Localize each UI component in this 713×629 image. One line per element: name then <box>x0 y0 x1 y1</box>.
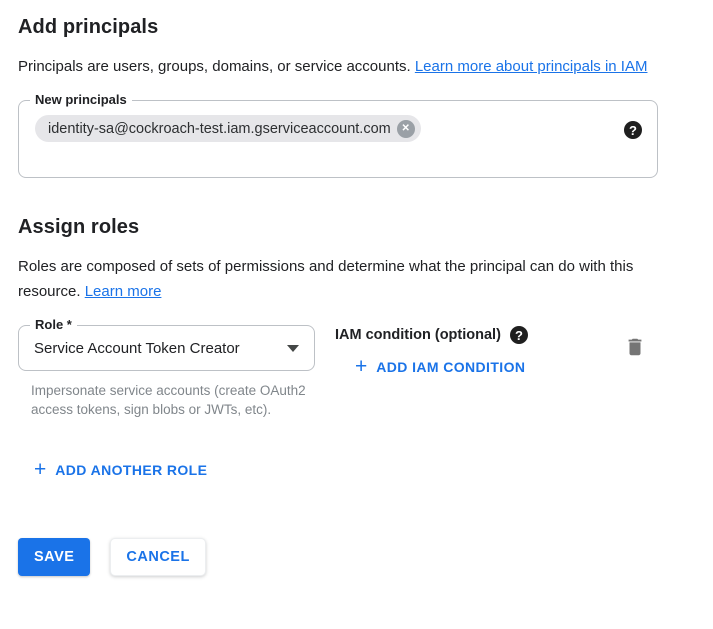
role-label: Role * <box>30 317 77 333</box>
help-icon[interactable]: ? <box>624 121 642 139</box>
principal-chip: identity-sa@cockroach-test.iam.gservicea… <box>35 115 421 142</box>
plus-icon: + <box>34 461 46 479</box>
principals-description: Principals are users, groups, domains, o… <box>18 54 682 79</box>
add-another-role-label: ADD ANOTHER ROLE <box>55 462 207 478</box>
role-helper-text: Impersonate service accounts (create OAu… <box>31 381 321 419</box>
close-icon: ✕ <box>397 120 415 138</box>
role-column: Role * Service Account Token Creator Imp… <box>18 325 315 419</box>
save-button[interactable]: SAVE <box>18 538 90 576</box>
dialog-footer: SAVE CANCEL <box>18 538 713 576</box>
learn-more-principals-link[interactable]: Learn more about principals in IAM <box>415 58 648 75</box>
cancel-button[interactable]: CANCEL <box>110 538 205 576</box>
iam-condition-label: IAM condition (optional) <box>335 327 501 343</box>
delete-role-button[interactable] <box>622 334 648 360</box>
page-title: Add principals <box>18 16 713 39</box>
assign-roles-title: Assign roles <box>18 216 713 239</box>
role-selected-value: Service Account Token Creator <box>34 340 279 357</box>
add-iam-condition-button[interactable]: + ADD IAM CONDITION <box>347 352 533 382</box>
chip-remove-button[interactable]: ✕ <box>397 120 415 138</box>
roles-description: Roles are composed of sets of permission… <box>18 254 682 304</box>
principals-description-text: Principals are users, groups, domains, o… <box>18 58 415 75</box>
help-icon[interactable]: ? <box>510 326 528 344</box>
chevron-down-icon <box>287 345 299 352</box>
add-principals-panel: Add principals Principals are users, gro… <box>0 0 713 629</box>
role-row: Role * Service Account Token Creator Imp… <box>18 325 658 419</box>
add-another-role-button[interactable]: + ADD ANOTHER ROLE <box>26 455 215 485</box>
learn-more-roles-link[interactable]: Learn more <box>85 283 162 300</box>
iam-condition-label-row: IAM condition (optional) ? <box>335 326 533 344</box>
plus-icon: + <box>355 358 367 376</box>
new-principals-field[interactable]: New principals identity-sa@cockroach-tes… <box>18 100 658 178</box>
iam-condition-column: IAM condition (optional) ? + ADD IAM CON… <box>335 325 533 382</box>
add-iam-condition-label: ADD IAM CONDITION <box>376 359 525 375</box>
trash-icon <box>624 336 646 358</box>
principal-chip-text: identity-sa@cockroach-test.iam.gservicea… <box>48 121 391 137</box>
new-principals-label: New principals <box>30 92 132 108</box>
role-select[interactable]: Role * Service Account Token Creator <box>18 325 315 371</box>
